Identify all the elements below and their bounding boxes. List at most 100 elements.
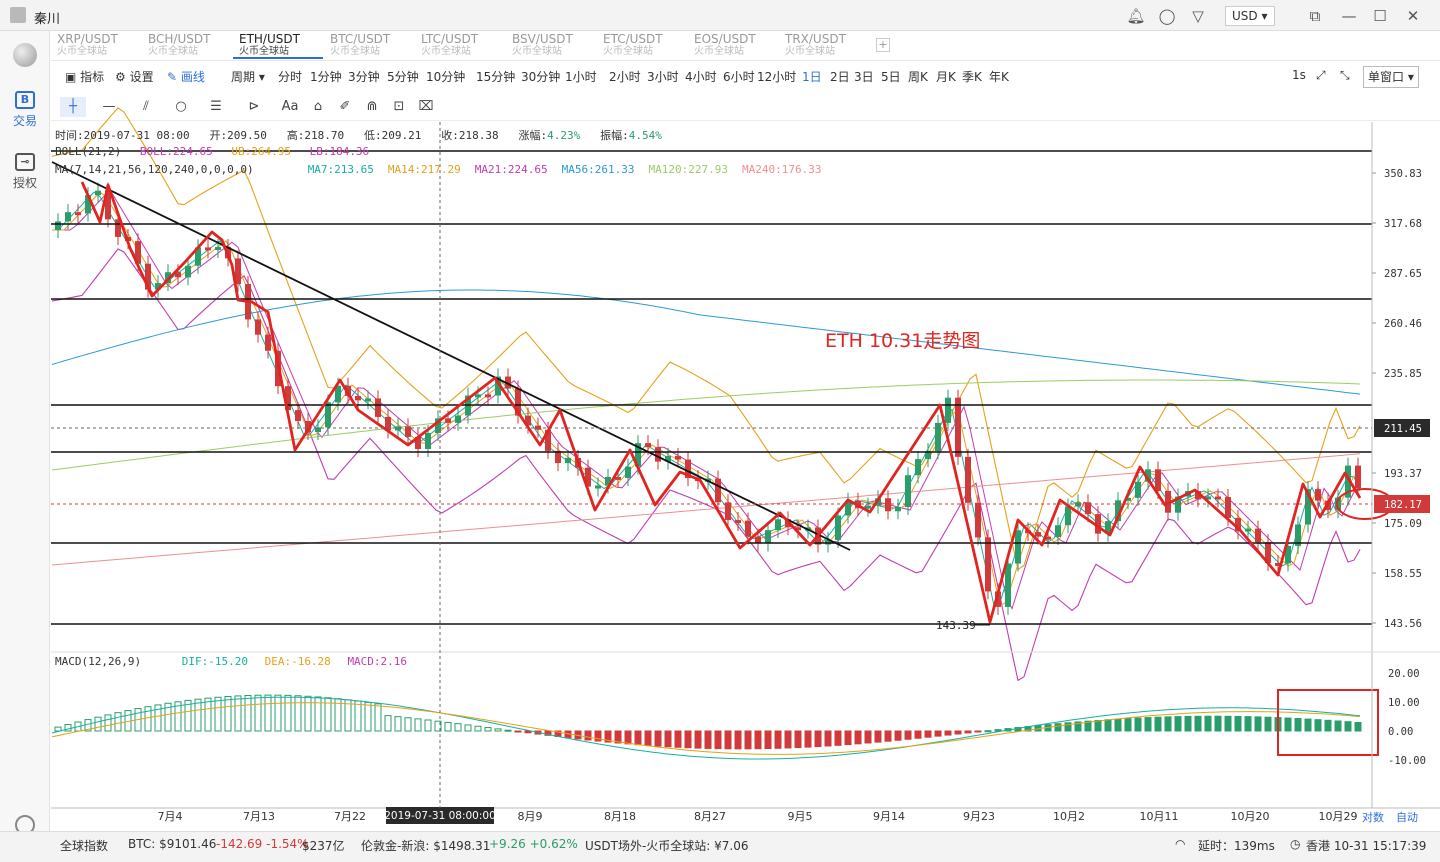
macd-bar bbox=[454, 723, 462, 732]
macd-bar bbox=[404, 717, 412, 732]
macd-bar bbox=[284, 694, 292, 732]
auto-scale-button[interactable]: 自动 bbox=[1396, 809, 1418, 825]
candle bbox=[955, 397, 961, 457]
candle bbox=[265, 334, 271, 351]
macd-bar bbox=[214, 696, 222, 732]
candle bbox=[615, 476, 621, 480]
price-tick-label: 260.46 bbox=[1384, 318, 1422, 330]
ma240-line bbox=[51, 453, 1361, 566]
usdt-price: USDT场外-火币全球站: ¥7.06 bbox=[585, 839, 749, 853]
candle bbox=[975, 502, 981, 538]
macd-bar bbox=[1224, 715, 1232, 732]
candle bbox=[865, 505, 871, 509]
low-price-mark: 143.39 bbox=[936, 619, 976, 632]
ma-value: MA120:227.93 bbox=[648, 163, 728, 176]
macd-bar bbox=[244, 694, 252, 732]
macd-bar bbox=[94, 716, 102, 732]
candle bbox=[915, 459, 921, 476]
macd-bar bbox=[984, 730, 992, 733]
candle bbox=[775, 519, 781, 531]
candle bbox=[1215, 496, 1221, 500]
macd-bar bbox=[1194, 715, 1202, 732]
macd-bar bbox=[1154, 716, 1162, 732]
macd-info: MACD(12,26,9) DIF:-15.20 DEA:-16.28 MACD… bbox=[55, 655, 408, 668]
macd-bar bbox=[114, 712, 122, 732]
candle bbox=[455, 415, 461, 423]
macd-bar bbox=[1214, 715, 1222, 732]
candle bbox=[985, 537, 991, 592]
macd-bar bbox=[374, 703, 382, 732]
macd-tick-label: 0.00 bbox=[1388, 726, 1413, 738]
candle bbox=[725, 502, 731, 521]
global-index-link[interactable]: 全球指数 bbox=[60, 837, 108, 854]
candle bbox=[935, 422, 941, 452]
candle bbox=[655, 447, 661, 462]
macd-bar bbox=[1124, 718, 1132, 732]
current-price-label: 182.17 bbox=[1384, 499, 1422, 511]
candle bbox=[565, 457, 571, 464]
macd-bar bbox=[464, 724, 472, 732]
macd-bar bbox=[954, 730, 962, 735]
candle bbox=[945, 397, 951, 423]
macd-bar bbox=[414, 718, 422, 732]
candle bbox=[965, 456, 971, 503]
date-label: 8月18 bbox=[604, 810, 636, 823]
candle bbox=[1355, 465, 1361, 489]
macd-bar bbox=[1244, 716, 1252, 732]
macd-bar bbox=[1264, 716, 1272, 732]
macd-bar bbox=[804, 730, 812, 748]
macd-bar bbox=[494, 728, 502, 732]
candle bbox=[1225, 497, 1231, 518]
btc-volume: $237亿 bbox=[302, 839, 345, 853]
candle bbox=[475, 394, 481, 398]
candle bbox=[445, 418, 451, 423]
btc-price: BTC: $9101.46 bbox=[128, 837, 217, 851]
macd-bar bbox=[714, 730, 722, 750]
candle bbox=[295, 410, 301, 422]
crosshair-price-label: 211.45 bbox=[1384, 423, 1422, 435]
macd-bar bbox=[694, 730, 702, 749]
macd-bar bbox=[654, 730, 662, 747]
macd-bar bbox=[884, 730, 892, 742]
candle bbox=[75, 212, 81, 216]
macd-tick-label: 10.00 bbox=[1388, 697, 1420, 709]
date-label: 7月13 bbox=[243, 810, 275, 823]
macd-bar bbox=[1204, 715, 1212, 732]
dif-line bbox=[51, 696, 1361, 760]
macd-bar bbox=[754, 730, 762, 750]
macd-bar bbox=[814, 730, 822, 748]
candle bbox=[745, 520, 751, 537]
date-label: 9月14 bbox=[873, 810, 905, 823]
date-label: 10月11 bbox=[1140, 810, 1179, 823]
candle bbox=[1245, 528, 1251, 532]
macd-bar bbox=[444, 721, 452, 732]
macd-bar bbox=[734, 730, 742, 750]
price-tick-label: 235.85 bbox=[1384, 368, 1422, 380]
macd-bar bbox=[424, 719, 432, 732]
macd-bar bbox=[834, 730, 842, 746]
macd-bar bbox=[664, 730, 672, 748]
macd-bar bbox=[354, 700, 362, 732]
macd-bar bbox=[1164, 716, 1172, 732]
macd-bar bbox=[704, 730, 712, 749]
candle bbox=[645, 443, 651, 448]
macd-bar bbox=[934, 730, 942, 737]
gold-change: +9.26 +0.62% bbox=[489, 837, 578, 851]
log-scale-button[interactable]: 对数 bbox=[1362, 809, 1384, 825]
macd-bar bbox=[364, 701, 372, 732]
macd-bar bbox=[1284, 717, 1292, 732]
candle bbox=[205, 247, 211, 251]
macd-bar bbox=[784, 730, 792, 749]
price-tick-label: 317.68 bbox=[1384, 218, 1422, 230]
date-label: 10月29 bbox=[1319, 810, 1358, 823]
macd-bar bbox=[624, 730, 632, 745]
ohlc-info: 时间:2019-07-31 08:00 开:209.50 高:218.70 低:… bbox=[55, 129, 662, 142]
macd-bar bbox=[864, 730, 872, 744]
macd-bar bbox=[684, 730, 692, 749]
candle bbox=[375, 398, 381, 417]
candle bbox=[425, 432, 431, 449]
btc-change: -142.69 -1.54% bbox=[216, 837, 309, 851]
macd-bar bbox=[1054, 723, 1062, 732]
macd-bar bbox=[504, 729, 512, 732]
candle bbox=[55, 221, 61, 230]
